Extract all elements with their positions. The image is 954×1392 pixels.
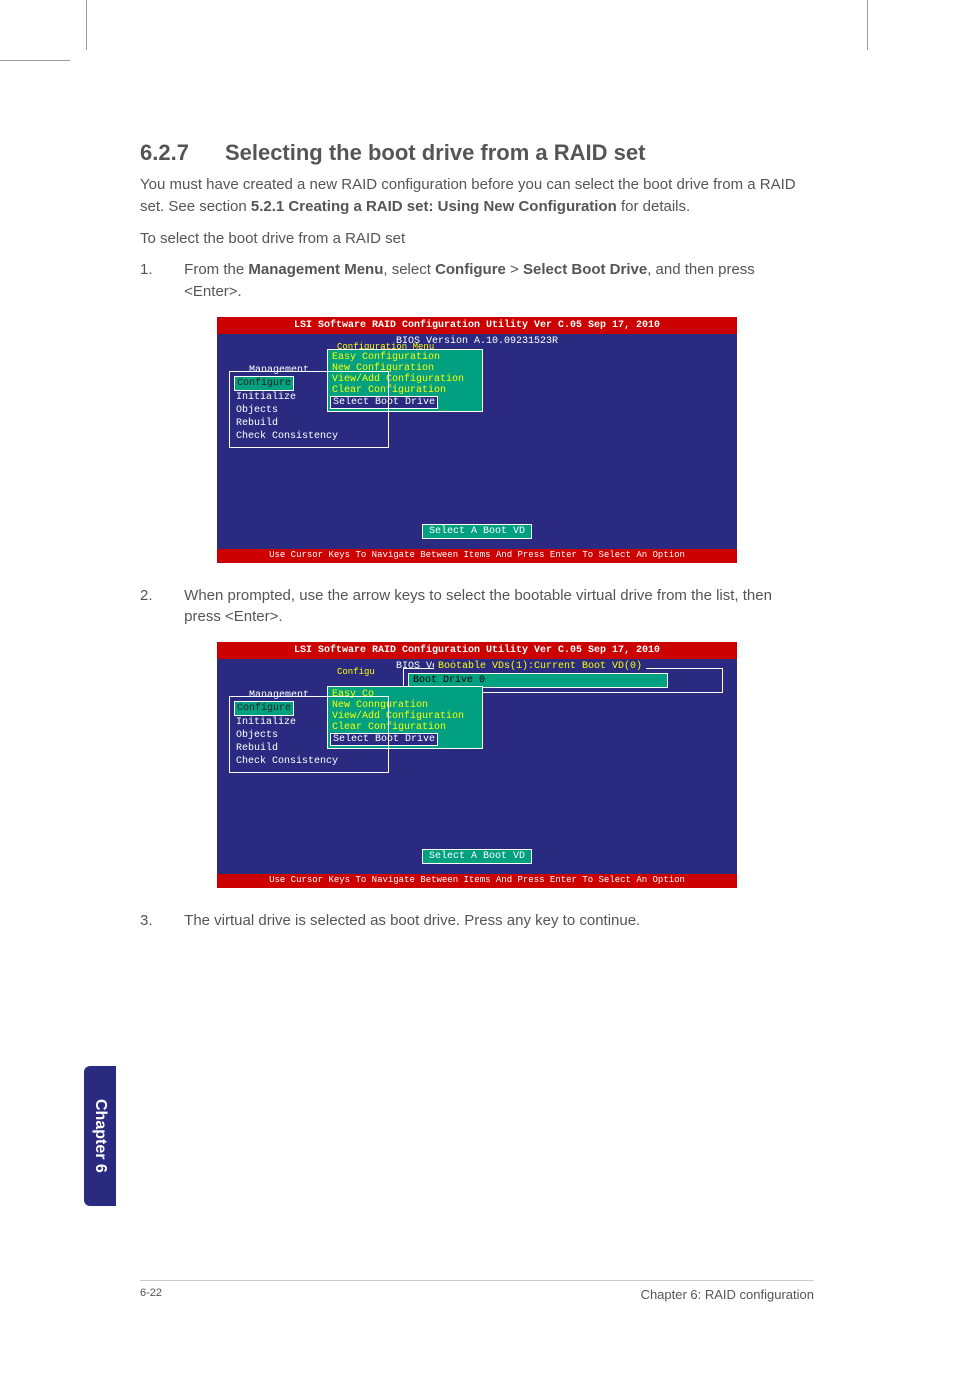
select-boot-vd-label: Select A Boot VD: [422, 524, 532, 539]
management-menu: Configure Initialize Objects Rebuild Che…: [229, 371, 389, 448]
mgmt-item: Check Consistency: [234, 430, 384, 443]
step-number: 2.: [140, 585, 180, 607]
section-heading: 6.2.7 Selecting the boot drive from a RAI…: [140, 140, 814, 166]
mgmt-item: Rebuild: [234, 417, 384, 430]
bootable-vds-title: Bootable VDs(1):Current Boot VD(0): [434, 661, 646, 672]
bios-screenshot-2: LSI Software RAID Configuration Utility …: [217, 642, 737, 888]
bios-screenshot-1: LSI Software RAID Configuration Utility …: [217, 317, 737, 563]
bios-title: LSI Software RAID Configuration Utility …: [217, 642, 737, 659]
bios-title: LSI Software RAID Configuration Utility …: [217, 317, 737, 334]
mgmt-item: Check Consistency: [234, 755, 384, 768]
chapter-tab: Chapter 6: [84, 1066, 116, 1206]
config-menu-label: Configu: [335, 668, 377, 678]
config-item: Easy Configuration: [330, 352, 480, 363]
select-boot-vd-label: Select A Boot VD: [422, 849, 532, 864]
step-1: 1. From the Management Menu, select Conf…: [140, 259, 814, 303]
mgmt-item: Rebuild: [234, 742, 384, 755]
mgmt-item: Initialize: [234, 391, 384, 404]
intro-paragraph: You must have created a new RAID configu…: [140, 174, 814, 218]
step-2: 2. When prompted, use the arrow keys to …: [140, 585, 814, 629]
management-menu: Configure Initialize Objects Rebuild Che…: [229, 696, 389, 773]
section-number: 6.2.7: [140, 140, 189, 165]
chapter-label: Chapter 6: RAID configuration: [641, 1287, 814, 1302]
mgmt-item: Objects: [234, 404, 384, 417]
bios-footer: Use Cursor Keys To Navigate Between Item…: [217, 874, 737, 888]
mgmt-item: Objects: [234, 729, 384, 742]
instruction-line: To select the boot drive from a RAID set: [140, 228, 814, 250]
section-title: Selecting the boot drive from a RAID set: [225, 140, 646, 165]
bios-version: BIOS Version A.10.09231523R: [217, 334, 737, 349]
mgmt-item-selected: Configure: [234, 701, 294, 716]
bios-footer: Use Cursor Keys To Navigate Between Item…: [217, 549, 737, 563]
step-number: 3.: [140, 910, 180, 932]
mgmt-item: Initialize: [234, 716, 384, 729]
page-number: 6-22: [140, 1287, 162, 1299]
step-number: 1.: [140, 259, 180, 281]
mgmt-item-selected: Configure: [234, 376, 294, 391]
page-footer: 6-22 Chapter 6: RAID configuration: [140, 1280, 814, 1302]
step-3: 3. The virtual drive is selected as boot…: [140, 910, 814, 932]
